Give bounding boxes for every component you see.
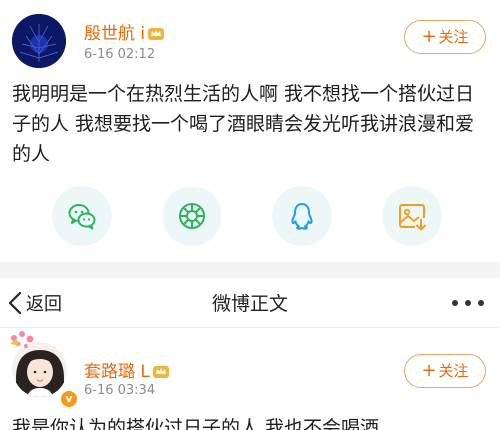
vip-crown-icon bbox=[148, 28, 165, 40]
plus-icon: + bbox=[421, 360, 437, 381]
share-qq-button[interactable] bbox=[272, 186, 332, 246]
verified-badge-icon: v bbox=[60, 390, 78, 408]
post-text: 我明明是一个在热烈生活的人啊 我不想找一个搭伙过日子的人 我想要找一个喝了酒眼睛… bbox=[12, 83, 475, 165]
vip-crown-icon bbox=[152, 366, 169, 378]
username-text: 殷世航 i bbox=[84, 24, 146, 44]
post-card: v 套路璐 L 6-16 03:34 + 关注 我是你认为的搭伙过日子的人 我也不… bbox=[0, 328, 500, 430]
username[interactable]: 殷世航 i bbox=[84, 19, 165, 44]
timestamp: 6-16 02:12 bbox=[84, 47, 156, 62]
share-moments-button[interactable] bbox=[162, 186, 222, 246]
username[interactable]: 套路璐 L bbox=[84, 357, 170, 382]
follow-label: 关注 bbox=[438, 28, 469, 46]
follow-label: 关注 bbox=[438, 362, 469, 380]
save-image-button[interactable] bbox=[382, 186, 442, 246]
avatar[interactable] bbox=[12, 14, 66, 68]
post-text: 我是你认为的搭伙过日子的人 我也不会喝酒 bbox=[12, 417, 380, 430]
share-wechat-button[interactable] bbox=[52, 186, 112, 246]
wechat-icon bbox=[68, 204, 96, 230]
top-nav-bar: 返回 微博正文 bbox=[0, 278, 500, 328]
moments-icon bbox=[179, 203, 205, 229]
more-dots-icon[interactable] bbox=[450, 298, 486, 308]
follow-button[interactable]: + 关注 bbox=[404, 354, 486, 388]
page-title: 微博正文 bbox=[211, 293, 288, 315]
plus-icon: + bbox=[421, 26, 437, 47]
post-card: 殷世航 i 6-16 02:12 + 关注 我明明是一个在热烈生活的人啊 我不想找… bbox=[0, 0, 500, 262]
qq-icon bbox=[291, 203, 313, 230]
timestamp: 6-16 03:34 bbox=[84, 383, 156, 398]
save-image-icon bbox=[399, 204, 426, 231]
username-text: 套路璐 L bbox=[84, 362, 150, 382]
share-row bbox=[0, 186, 500, 248]
section-divider bbox=[0, 262, 500, 278]
avatar[interactable]: v bbox=[10, 331, 78, 408]
follow-button[interactable]: + 关注 bbox=[404, 20, 486, 54]
